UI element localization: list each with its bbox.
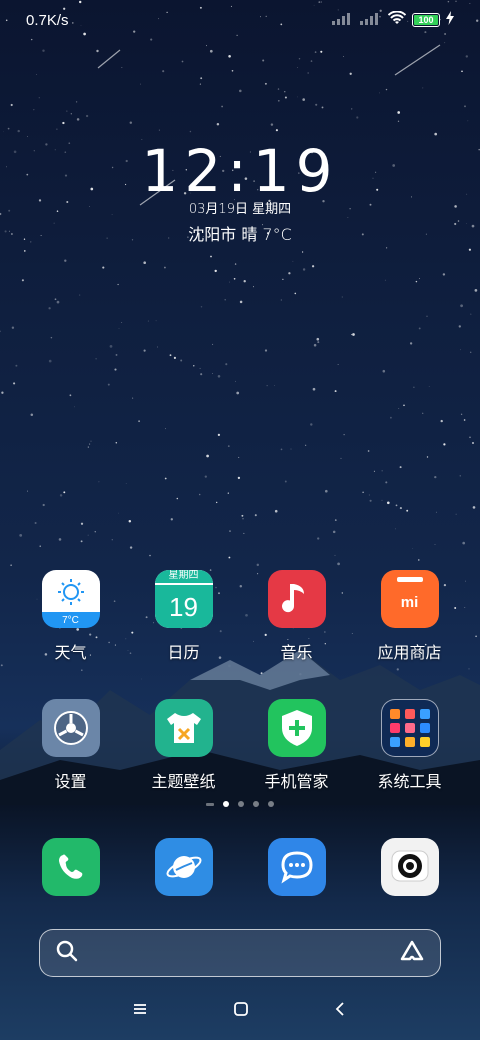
weather-icon-temp: 7°C — [62, 615, 79, 626]
search-bar[interactable] — [39, 929, 441, 977]
app-tools-folder[interactable]: 系统工具 — [360, 699, 460, 792]
themes-icon — [154, 699, 213, 757]
browser-icon — [154, 838, 213, 896]
assistant-icon[interactable] — [400, 940, 424, 967]
app-store-icon: mi — [380, 570, 439, 628]
app-store[interactable]: mi 应用商店 — [360, 570, 460, 663]
phone-icon — [41, 838, 100, 896]
battery-level: 100 — [414, 15, 438, 25]
home-icon[interactable] — [233, 1001, 249, 1022]
wifi-icon — [387, 10, 407, 29]
security-icon — [267, 699, 326, 757]
network-speed: 0.7K/s — [26, 11, 69, 29]
app-weather[interactable]: 7°C 天气 — [21, 570, 121, 663]
app-label: 天气 — [54, 645, 87, 662]
battery-icon: 100 — [412, 13, 440, 27]
app-label: 手机管家 — [264, 774, 329, 791]
page-dot-home[interactable] — [206, 802, 214, 806]
menu-icon[interactable] — [132, 1002, 148, 1021]
app-calendar[interactable]: 星期四 19 日历 — [134, 570, 234, 663]
navigation-bar — [0, 990, 480, 1032]
calendar-day: 19 — [154, 583, 213, 628]
app-label: 日历 — [167, 645, 200, 662]
app-label: 主题壁纸 — [151, 774, 216, 791]
messages-icon — [267, 838, 326, 896]
app-label: 系统工具 — [377, 774, 442, 791]
calendar-weekday: 星期四 — [154, 570, 213, 583]
app-grid: 7°C 天气 星期四 19 日历 音乐 mi 应用商店 设置 主题壁纸 手机管家… — [0, 570, 480, 828]
search-icon — [56, 940, 78, 967]
charging-icon — [446, 11, 454, 29]
app-themes[interactable]: 主题壁纸 — [134, 699, 234, 792]
app-label: 应用商店 — [377, 645, 442, 662]
clock-widget[interactable]: 12:19 03月19日 星期四 沈阳市 晴 7°C — [0, 138, 480, 245]
page-dot[interactable] — [253, 801, 259, 807]
mi-logo: mi — [400, 593, 419, 611]
weather-icon: 7°C — [41, 570, 100, 628]
page-dot[interactable] — [238, 801, 244, 807]
camera-icon — [380, 838, 439, 896]
calendar-icon: 星期四 19 — [154, 570, 213, 628]
dock-phone[interactable] — [21, 838, 121, 896]
dock — [0, 838, 480, 896]
dock-camera[interactable] — [360, 838, 460, 896]
app-label: 音乐 — [280, 645, 313, 662]
page-dot[interactable] — [268, 801, 274, 807]
signal-icon — [332, 12, 354, 29]
page-indicator[interactable] — [0, 801, 480, 807]
music-icon — [267, 570, 326, 628]
signal-icon-2 — [360, 12, 382, 29]
settings-icon — [41, 699, 100, 757]
dock-messages[interactable] — [247, 838, 347, 896]
app-settings[interactable]: 设置 — [21, 699, 121, 792]
app-label: 设置 — [54, 774, 87, 791]
clock-time: 12:19 — [141, 137, 339, 205]
back-icon[interactable] — [334, 1001, 348, 1022]
app-music[interactable]: 音乐 — [247, 570, 347, 663]
tools-folder-icon — [380, 699, 439, 757]
page-dot-active[interactable] — [223, 801, 229, 807]
status-bar: 0.7K/s 100 — [0, 0, 480, 40]
dock-browser[interactable] — [134, 838, 234, 896]
app-security[interactable]: 手机管家 — [247, 699, 347, 792]
clock-weather: 沈阳市 晴 7°C — [188, 225, 292, 244]
clock-date: 03月19日 星期四 — [188, 202, 292, 217]
